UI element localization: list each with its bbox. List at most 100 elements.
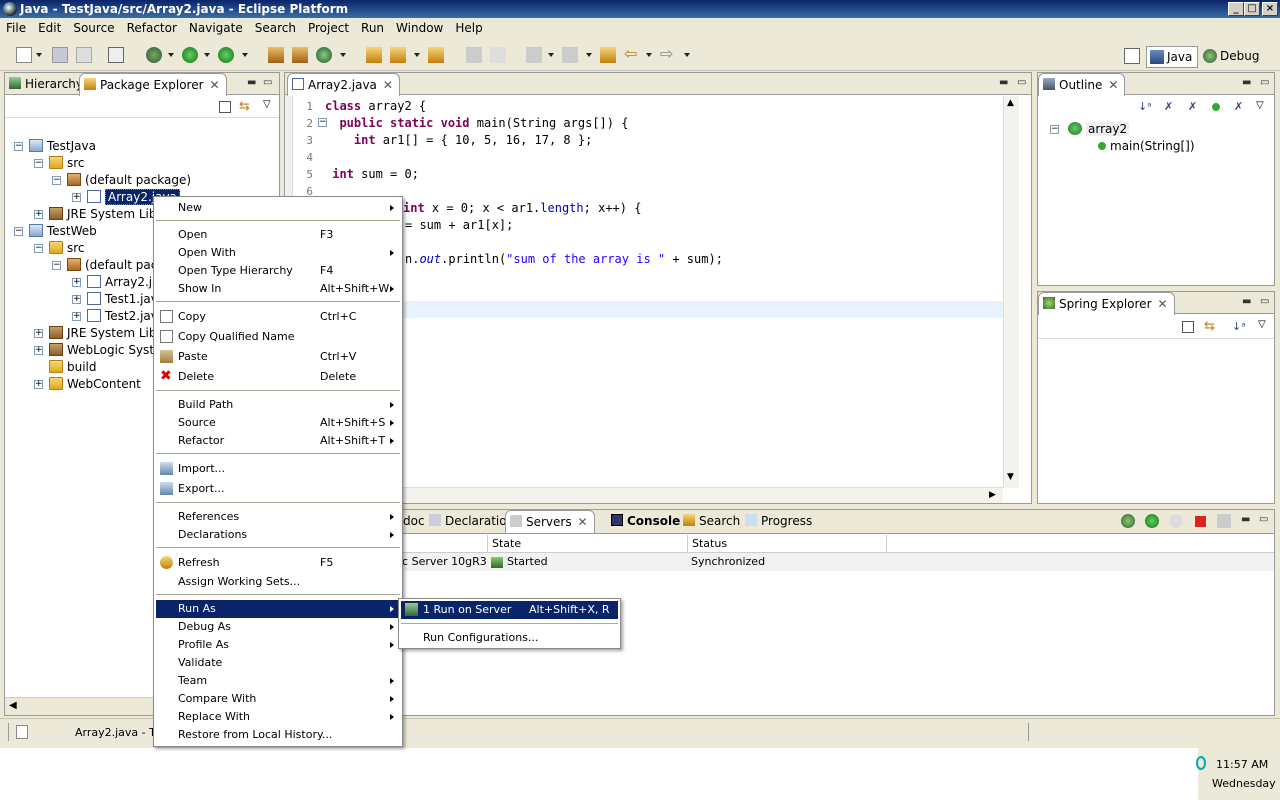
mark-icon[interactable] (490, 47, 506, 63)
collapse-icon[interactable]: − (34, 244, 43, 253)
maximize-icon[interactable]: ▭ (263, 77, 272, 88)
table-row[interactable]: ic Server 10gR3 a Started Synchronized (285, 553, 1274, 571)
menu-search[interactable]: Search (249, 18, 302, 38)
menu-item-profile-as[interactable]: Profile As (156, 636, 400, 654)
menu-item-build-path[interactable]: Build Path (156, 396, 400, 414)
collapse-icon[interactable]: − (1050, 125, 1059, 134)
expand-icon[interactable]: + (72, 295, 81, 304)
tab-hierarchy[interactable]: Hierarchy (5, 73, 89, 95)
expand-icon[interactable]: + (72, 278, 81, 287)
chevron-down-icon[interactable] (340, 53, 346, 57)
close-button[interactable]: × (1262, 2, 1278, 16)
chevron-down-icon[interactable] (204, 53, 210, 57)
tree-item-default-package[interactable]: − (default package) (52, 172, 191, 189)
profile-server-icon[interactable] (1169, 514, 1183, 528)
code-line-10[interactable]: n.out.println("sum of the array is " + s… (405, 251, 723, 268)
menu-item-assign-working-sets[interactable]: Assign Working Sets... (156, 573, 400, 591)
close-icon[interactable]: ✕ (578, 511, 588, 533)
back-icon[interactable]: ⇦ (624, 46, 640, 63)
tab-spring-explorer[interactable]: Spring Explorer ✕ (1038, 292, 1175, 315)
menu-edit[interactable]: Edit (32, 18, 67, 38)
code-line-8[interactable]: = sum + ar1[x]; (405, 217, 513, 234)
collapse-all-icon[interactable] (219, 101, 231, 113)
menu-item-team[interactable]: Team (156, 672, 400, 690)
new-package-icon[interactable] (268, 47, 284, 63)
maximize-icon[interactable]: ▭ (1260, 296, 1269, 307)
minimize-icon[interactable]: ▬ (247, 77, 256, 88)
menu-item-refresh[interactable]: Refresh F5 (156, 554, 400, 572)
expand-icon[interactable]: + (34, 380, 43, 389)
maximize-icon[interactable]: ▭ (1017, 77, 1026, 88)
collapse-icon[interactable]: − (52, 176, 61, 185)
chevron-down-icon[interactable] (646, 53, 652, 57)
expand-icon[interactable]: + (34, 346, 43, 355)
close-icon[interactable]: ✕ (383, 74, 393, 96)
view-menu-icon[interactable]: ▽ (263, 99, 271, 110)
outline-item-main[interactable]: main(String[]) (1098, 138, 1195, 155)
code-line-1[interactable]: class array2 { (325, 98, 426, 115)
tree-item-src[interactable]: − src (34, 155, 85, 172)
debug-icon[interactable] (146, 47, 162, 63)
chevron-down-icon[interactable] (242, 53, 248, 57)
menu-item-validate[interactable]: Validate (156, 654, 400, 672)
code-line-2[interactable]: public static void main(String args[]) { (325, 115, 628, 132)
collapse-icon[interactable]: − (14, 227, 23, 236)
column-header-status[interactable]: Status (687, 535, 887, 553)
outline-item-array2[interactable]: − array2 (1050, 121, 1130, 138)
next-annotation-icon[interactable] (526, 47, 542, 63)
expand-icon[interactable]: + (72, 193, 81, 202)
perspective-java[interactable]: Java (1146, 46, 1198, 68)
new-java-icon[interactable] (316, 47, 332, 63)
menu-source[interactable]: Source (67, 18, 120, 38)
run-external-icon[interactable] (218, 47, 234, 63)
menu-item-restore-local-history[interactable]: Restore from Local History... (156, 726, 400, 744)
save-icon[interactable] (52, 47, 68, 63)
menu-project[interactable]: Project (302, 18, 355, 38)
new-class-icon[interactable] (292, 47, 308, 63)
menu-file[interactable]: File (0, 18, 32, 38)
chevron-down-icon[interactable] (684, 53, 690, 57)
sort-icon[interactable]: ↓ᵃ (1138, 100, 1152, 113)
tab-array2-java[interactable]: Array2.java ✕ (287, 73, 400, 96)
chevron-down-icon[interactable] (586, 53, 592, 57)
publish-icon[interactable] (1217, 514, 1231, 528)
menu-item-replace-with[interactable]: Replace With (156, 708, 400, 726)
forward-icon[interactable]: ⇨ (660, 46, 676, 63)
perspective-debug[interactable]: Debug (1200, 46, 1260, 68)
collapse-icon[interactable]: − (52, 261, 61, 270)
minimize-button[interactable]: _ (1228, 2, 1244, 16)
code-line-3[interactable]: int ar1[] = { 10, 5, 16, 17, 8 }; (325, 132, 592, 149)
tree-item-build[interactable]: build (37, 359, 97, 376)
minimize-icon[interactable]: ▬ (1242, 77, 1251, 88)
binary-icon[interactable] (108, 47, 124, 63)
start-server-icon[interactable] (1145, 514, 1159, 528)
close-icon[interactable]: ✕ (1108, 74, 1118, 96)
chevron-down-icon[interactable] (36, 53, 42, 57)
debug-server-icon[interactable] (1121, 514, 1135, 528)
tab-package-explorer[interactable]: Package Explorer ✕ (79, 73, 227, 96)
menu-navigate[interactable]: Navigate (183, 18, 249, 38)
collapse-all-icon[interactable] (1182, 321, 1194, 333)
prev-annotation-icon[interactable] (562, 47, 578, 63)
print-icon[interactable] (76, 47, 92, 63)
tree-item-testweb[interactable]: − TestWeb (14, 223, 97, 240)
chevron-down-icon[interactable] (414, 53, 420, 57)
tab-progress[interactable]: Progress (741, 510, 818, 532)
menu-window[interactable]: Window (390, 18, 449, 38)
link-editor-icon[interactable]: ⇆ (1204, 319, 1215, 334)
menu-item-run-on-server[interactable]: 1 Run on Server Alt+Shift+X, R (401, 601, 618, 619)
chevron-down-icon[interactable] (168, 53, 174, 57)
tree-item-src[interactable]: − src (34, 240, 85, 257)
menu-item-open-type-hierarchy[interactable]: Open Type Hierarchy F4 (156, 262, 400, 280)
code-line-7[interactable]: int x = 0; x < ar1.length; x++) { (403, 200, 641, 217)
annotation-icon[interactable] (466, 47, 482, 63)
menu-item-declarations[interactable]: Declarations (156, 526, 400, 544)
open-perspective-icon[interactable] (1124, 48, 1140, 64)
menu-item-import[interactable]: Import... (156, 460, 400, 478)
scroll-left-icon[interactable]: ◀ (9, 700, 17, 711)
collapse-icon[interactable]: − (34, 159, 43, 168)
menu-item-show-in[interactable]: Show In Alt+Shift+W (156, 280, 400, 298)
menu-item-copy[interactable]: Copy Ctrl+C (156, 308, 400, 326)
sort-icon[interactable]: ↓ᵃ (1232, 320, 1246, 333)
hide-static-icon[interactable]: ✗ (1188, 100, 1197, 113)
